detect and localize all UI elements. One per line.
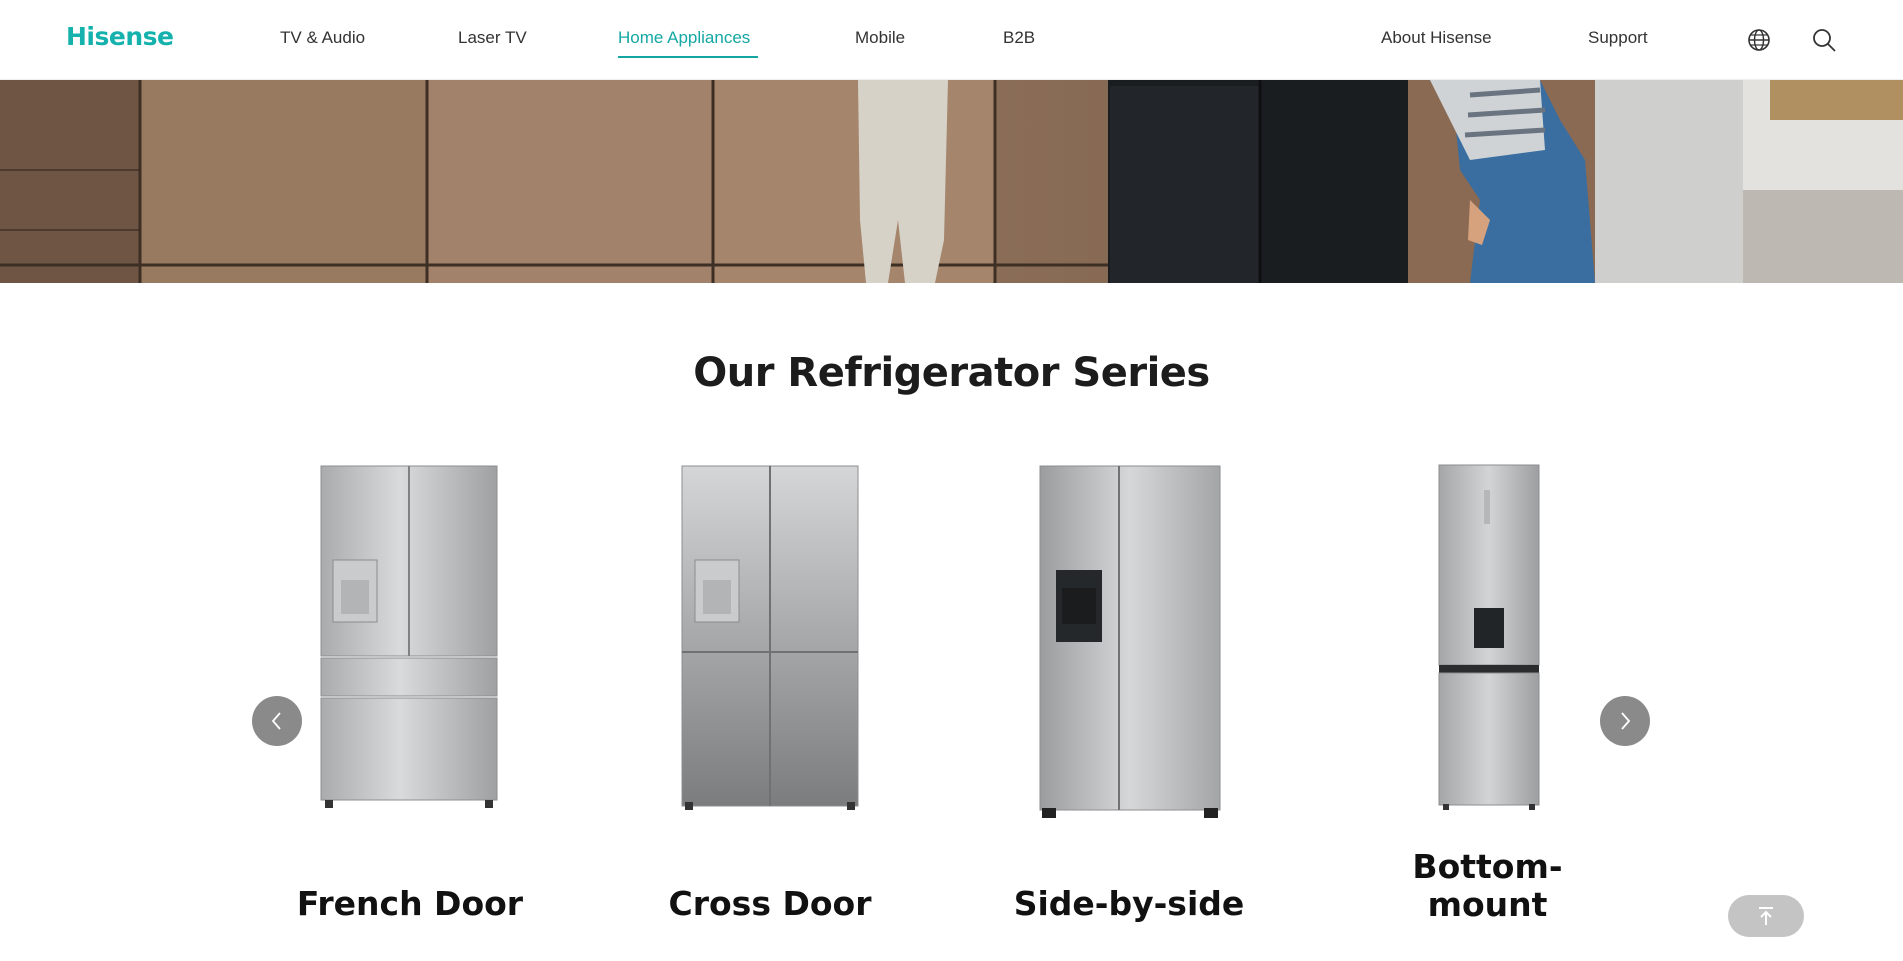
nav-mobile[interactable]: Mobile <box>855 28 905 48</box>
nav-home-appliances[interactable]: Home Appliances <box>618 28 750 48</box>
section-title: Our Refrigerator Series <box>693 350 1210 396</box>
series-name: Cross Door <box>668 884 872 923</box>
nav-tv-audio[interactable]: TV & Audio <box>280 28 365 48</box>
french-door-fridge-image <box>320 465 498 808</box>
series-card-french-door[interactable]: French Door <box>245 460 575 940</box>
hero-image <box>0 80 1903 283</box>
side-by-side-fridge-image <box>1039 465 1221 818</box>
site-header: Hisense TV & Audio Laser TV Home Applian… <box>0 0 1903 80</box>
hero-banner <box>0 80 1903 283</box>
nav-b2b[interactable]: B2B <box>1003 28 1035 48</box>
series-card-bottom-mount[interactable]: Bottom-mount <box>1323 460 1653 940</box>
carousel-next-button[interactable] <box>1600 696 1650 746</box>
nav-laser-tv[interactable]: Laser TV <box>458 28 527 48</box>
series-name: Side-by-side <box>1013 884 1245 923</box>
series-card-cross-door[interactable]: Cross Door <box>605 460 935 940</box>
arrow-up-icon <box>1759 907 1773 925</box>
series-name: Bottom-mount <box>1412 847 1563 924</box>
nav-about-hisense[interactable]: About Hisense <box>1381 28 1492 48</box>
globe-icon[interactable] <box>1746 27 1772 53</box>
series-name: French Door <box>296 884 524 923</box>
back-to-top-button[interactable] <box>1728 895 1804 937</box>
series-card-side-by-side[interactable]: Side-by-side <box>964 460 1294 940</box>
hisense-logo[interactable]: Hisense <box>66 22 174 51</box>
bottom-mount-fridge-image <box>1438 464 1540 810</box>
nav-support[interactable]: Support <box>1588 28 1648 48</box>
search-icon[interactable] <box>1811 27 1837 53</box>
active-nav-underline <box>618 56 758 58</box>
chevron-right-icon <box>1621 712 1631 730</box>
cross-door-fridge-image <box>681 465 859 810</box>
